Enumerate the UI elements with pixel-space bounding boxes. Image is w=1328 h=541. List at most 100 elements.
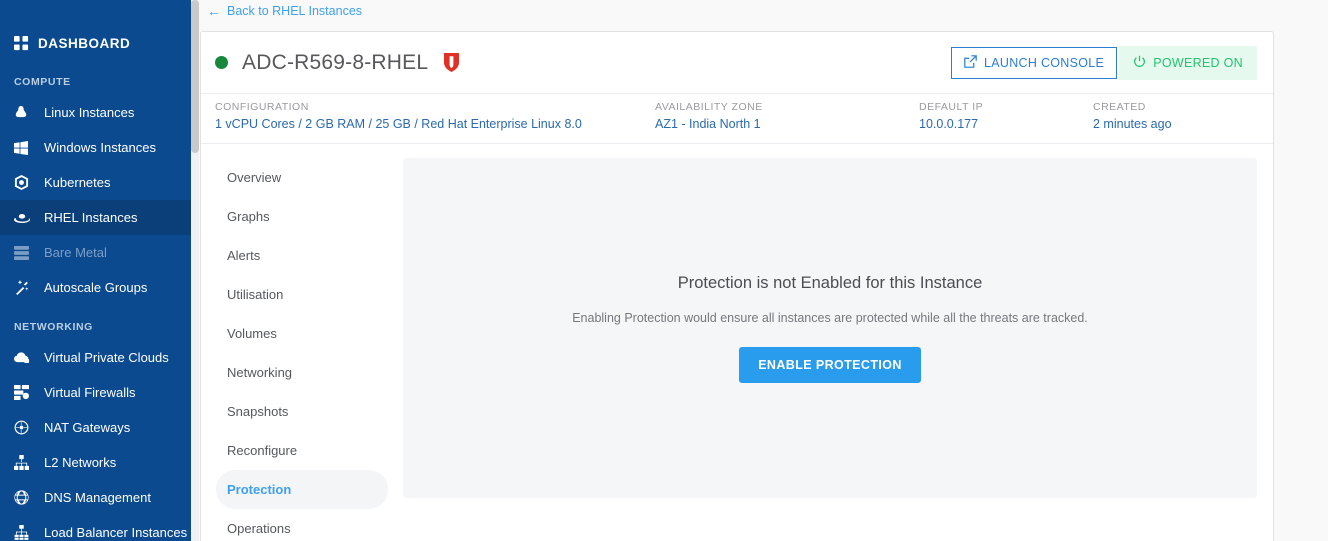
primary-sidebar: DASHBOARD COMPUTE Linux Instances Window… [0, 0, 199, 541]
meta-value: 2 minutes ago [1093, 117, 1172, 131]
protection-title: Protection is not Enabled for this Insta… [677, 273, 983, 292]
tab-volumes[interactable]: Volumes [216, 314, 388, 353]
power-status-badge: POWERED ON [1119, 45, 1257, 80]
sidebar-item-label: Windows Instances [44, 140, 156, 155]
grid-icon [14, 35, 38, 51]
server-rack-icon [14, 245, 38, 260]
tab-overview[interactable]: Overview [216, 158, 388, 197]
tux-icon [14, 105, 38, 120]
instance-header: ADC-R569-8-RHEL LAUNCH CONSOLE POWERED O… [201, 32, 1273, 93]
launch-console-button[interactable]: LAUNCH CONSOLE [950, 46, 1118, 79]
tab-label: Utilisation [227, 287, 284, 302]
tab-label: Networking [227, 365, 293, 380]
tab-label: Graphs [227, 209, 270, 224]
tab-label: Volumes [227, 326, 277, 341]
enable-protection-button[interactable]: ENABLE PROTECTION [739, 346, 921, 383]
tab-label: Snapshots [227, 404, 289, 419]
instance-meta-strip: CONFIGURATION 1 vCPU Cores / 2 GB RAM / … [201, 93, 1273, 144]
sidebar-section-networking-title: NETWORKING [14, 321, 93, 333]
meta-label: DEFAULT IP [919, 101, 984, 113]
sidebar-item-dns-management[interactable]: DNS Management [0, 480, 199, 515]
sidebar-item-label: L2 Networks [44, 455, 117, 470]
sidebar-item-autoscale-groups[interactable]: Autoscale Groups [0, 270, 199, 305]
tab-operations[interactable]: Operations [216, 509, 388, 541]
sidebar-item-kubernetes[interactable]: Kubernetes [0, 165, 199, 200]
load-balancer-icon [14, 525, 38, 540]
sidebar-item-label: Bare Metal [44, 245, 107, 260]
meta-label: CREATED [1093, 101, 1146, 113]
sidebar-item-load-balancer-instances[interactable]: Load Balancer Instances [0, 515, 199, 541]
tab-snapshots[interactable]: Snapshots [216, 392, 388, 431]
windows-icon [14, 140, 38, 155]
cloud-lock-icon [14, 351, 38, 364]
sidebar-item-label: Load Balancer Instances [44, 525, 188, 540]
tab-label: Overview [227, 170, 282, 185]
protection-empty-state-panel: Protection is not Enabled for this Insta… [403, 158, 1257, 498]
external-link-icon [964, 54, 977, 71]
meta-default-ip: DEFAULT IP 10.0.0.177 [919, 101, 983, 131]
firewall-icon [14, 385, 38, 400]
network-tree-icon [14, 455, 38, 470]
meta-availability-zone: AVAILABILITY ZONE AZ1 - India North 1 [655, 101, 763, 131]
meta-label: CONFIGURATION [215, 101, 309, 113]
redhat-icon [14, 211, 38, 224]
power-icon [1133, 55, 1146, 71]
nat-gateway-icon [14, 420, 38, 435]
tab-label: Protection [227, 482, 292, 497]
sidebar-section-compute-title: COMPUTE [14, 76, 71, 88]
main-content-area: ← Back to RHEL Instances ADC-R569-8-RHEL… [199, 0, 1328, 541]
meta-configuration: CONFIGURATION 1 vCPU Cores / 2 GB RAM / … [215, 101, 582, 131]
sidebar-item-label: Autoscale Groups [44, 280, 148, 295]
sidebar-item-label: Virtual Firewalls [44, 385, 136, 400]
sidebar-scrollbar[interactable] [191, 0, 199, 541]
tab-networking[interactable]: Networking [216, 353, 388, 392]
sidebar-scrollbar-thumb[interactable] [191, 0, 199, 153]
sidebar-item-windows-instances[interactable]: Windows Instances [0, 130, 199, 165]
sidebar-item-label: Kubernetes [44, 175, 111, 190]
instance-body: Overview Graphs Alerts Utilisation Volum… [201, 144, 1273, 541]
instance-detail-card: ADC-R569-8-RHEL LAUNCH CONSOLE POWERED O… [200, 31, 1274, 541]
shield-icon [444, 53, 460, 72]
tab-label: Alerts [227, 248, 261, 263]
magic-wand-icon [14, 280, 38, 295]
tab-label: Operations [227, 521, 291, 536]
instance-tab-list: Overview Graphs Alerts Utilisation Volum… [201, 158, 388, 541]
instance-name: ADC-R569-8-RHEL [242, 50, 429, 74]
sidebar-item-label: Virtual Private Clouds [44, 350, 169, 365]
meta-value: 10.0.0.177 [919, 117, 979, 131]
tab-reconfigure[interactable]: Reconfigure [216, 431, 388, 470]
meta-value: AZ1 - India North 1 [655, 117, 761, 131]
sidebar-item-label: NAT Gateways [44, 420, 131, 435]
arrow-left-icon: ← [207, 3, 221, 19]
meta-value: 1 vCPU Cores / 2 GB RAM / 25 GB / Red Ha… [215, 117, 582, 131]
tab-label: Reconfigure [227, 443, 298, 458]
sidebar-scroll-content: DASHBOARD COMPUTE Linux Instances Window… [0, 0, 199, 541]
back-link-label: Back to RHEL Instances [227, 4, 363, 18]
application-root: DASHBOARD COMPUTE Linux Instances Window… [0, 0, 1328, 541]
power-status-label: POWERED ON [1153, 55, 1243, 70]
globe-icon [14, 490, 38, 505]
header-actions: LAUNCH CONSOLE POWERED ON [950, 45, 1257, 80]
protection-subtitle: Enabling Protection would ensure all ins… [572, 310, 1088, 325]
meta-created: CREATED 2 minutes ago [1093, 101, 1172, 131]
sidebar-dashboard-label: DASHBOARD [38, 35, 131, 51]
kubernetes-icon [14, 175, 38, 190]
sidebar-item-virtual-private-clouds[interactable]: Virtual Private Clouds [0, 340, 199, 375]
sidebar-item-l2-networks[interactable]: L2 Networks [0, 445, 199, 480]
tab-alerts[interactable]: Alerts [216, 236, 388, 275]
sidebar-item-dashboard[interactable]: DASHBOARD [0, 26, 199, 60]
sidebar-item-linux-instances[interactable]: Linux Instances [0, 95, 199, 130]
sidebar-item-rhel-instances[interactable]: RHEL Instances [0, 200, 199, 235]
sidebar-item-label: RHEL Instances [44, 210, 138, 225]
sidebar-item-virtual-firewalls[interactable]: Virtual Firewalls [0, 375, 199, 410]
sidebar-item-bare-metal[interactable]: Bare Metal [0, 235, 199, 270]
meta-label: AVAILABILITY ZONE [655, 101, 763, 113]
tab-utilisation[interactable]: Utilisation [216, 275, 388, 314]
sidebar-item-label: Linux Instances [44, 105, 135, 120]
tab-protection[interactable]: Protection [216, 470, 388, 509]
status-dot-icon [215, 56, 228, 69]
sidebar-item-nat-gateways[interactable]: NAT Gateways [0, 410, 199, 445]
tab-graphs[interactable]: Graphs [216, 197, 388, 236]
sidebar-item-label: DNS Management [44, 490, 151, 505]
back-to-rhel-instances-link[interactable]: ← Back to RHEL Instances [207, 0, 362, 22]
